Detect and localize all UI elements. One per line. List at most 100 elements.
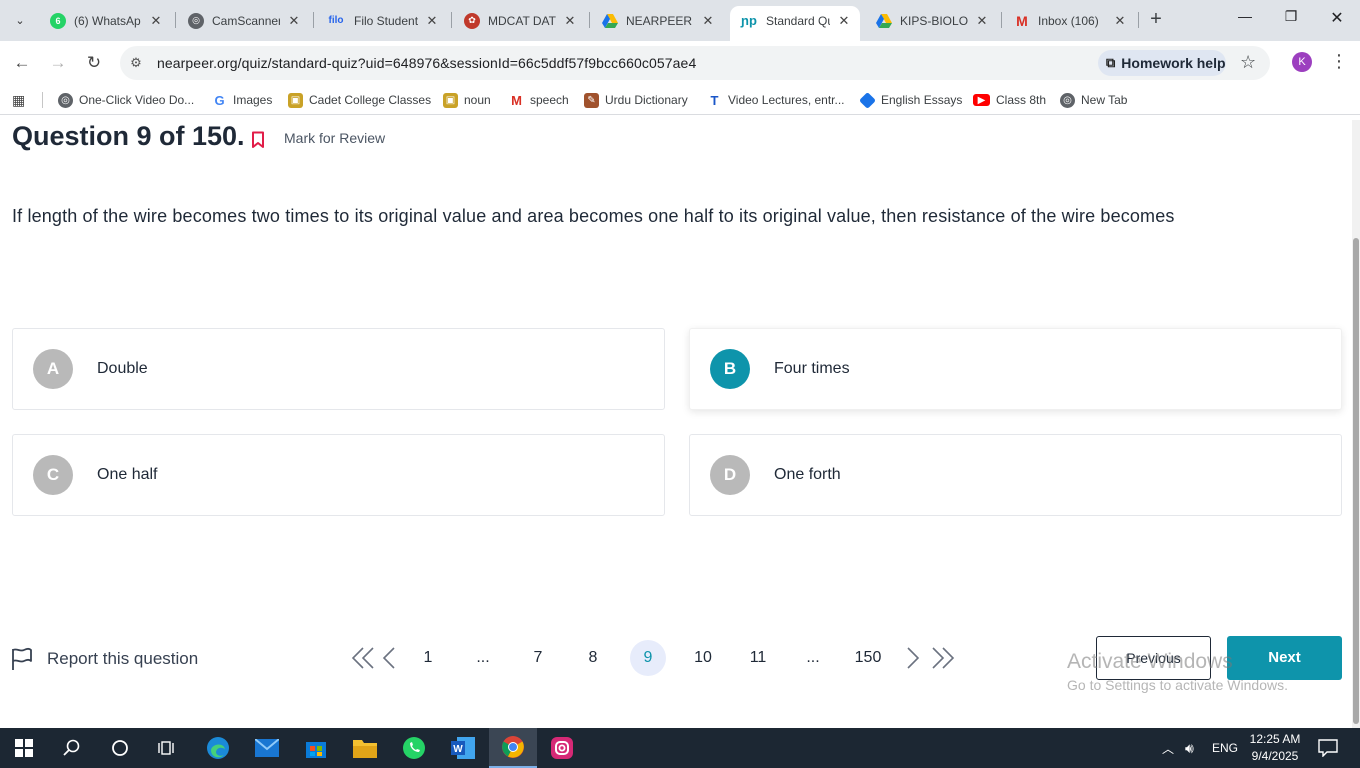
notifications-icon[interactable] [1318, 728, 1338, 768]
instagram-icon[interactable] [538, 728, 586, 768]
search-icon[interactable] [48, 728, 96, 768]
minimize-button[interactable]: — [1230, 8, 1260, 32]
close-window-button[interactable]: ✕ [1322, 8, 1352, 32]
tab-search-button[interactable]: ⌄ [8, 8, 32, 32]
tab-close-icon[interactable]: ✕ [836, 13, 852, 29]
chrome-icon[interactable] [489, 728, 537, 768]
reload-icon[interactable]: ↻ [82, 51, 106, 75]
dictionary-icon: ✎ [584, 92, 599, 108]
tab-close-icon[interactable]: ✕ [148, 13, 164, 29]
first-page-icon[interactable] [350, 645, 376, 671]
clock-time: 12:25 AM [1249, 732, 1301, 746]
option-a[interactable]: A Double [12, 328, 665, 410]
bookmark-item[interactable]: ◎ One-Click Video Do... [58, 91, 194, 109]
bookmark-item[interactable]: English Essays [859, 91, 963, 109]
gmail-icon: M [1016, 12, 1028, 29]
back-arrow-icon[interactable]: ← [10, 51, 34, 75]
bookmark-item[interactable]: ▣ Cadet College Classes [288, 91, 431, 109]
tab-label: Filo Student [354, 13, 418, 28]
chrome-menu-icon[interactable]: ⋮ [1330, 51, 1348, 72]
address-bar[interactable]: ⚙ nearpeer.org/quiz/standard-quiz?uid=64… [120, 46, 1270, 80]
apps-grid-icon[interactable]: ▦ [12, 92, 25, 109]
tab-nearpeer-drive[interactable]: NEARPEER N ✕ [592, 6, 724, 35]
page-number[interactable]: 1 [410, 640, 446, 676]
edge-icon[interactable] [194, 728, 242, 768]
mark-for-review-link[interactable]: Mark for Review [284, 130, 385, 146]
tab-label: (6) WhatsAp [74, 13, 141, 28]
bookmark-item[interactable]: Mspeech [509, 91, 569, 109]
tab-close-icon[interactable]: ✕ [424, 13, 440, 29]
page-number[interactable]: 11 [740, 640, 776, 676]
language-indicator[interactable]: ENG [1212, 728, 1238, 768]
bookmarks-bar: ▦ ◎ One-Click Video Do... G Images ▣ Cadet … [0, 85, 1360, 115]
new-tab-button[interactable]: + [1146, 9, 1166, 30]
bookmark-label: New Tab [1081, 93, 1128, 107]
youtube-icon: ▶ [973, 94, 990, 106]
tab-camscanner[interactable]: ◎ CamScanner ✕ [178, 6, 310, 35]
site-info-icon[interactable]: ⚙ [128, 55, 144, 71]
tab-filo[interactable]: filo Filo Student ✕ [316, 6, 448, 35]
report-question-link[interactable]: Report this question [11, 647, 198, 671]
bookmark-star-icon[interactable]: ☆ [1240, 52, 1256, 73]
flag-icon [12, 647, 32, 670]
bookmark-item[interactable]: ▣ noun [443, 91, 491, 109]
scrollbar-thumb[interactable] [1353, 238, 1359, 724]
forward-arrow-icon[interactable]: → [46, 51, 70, 75]
bookmark-item[interactable]: T Video Lectures, entr... [707, 91, 845, 109]
volume-icon[interactable]: 🔊︎ [1185, 728, 1194, 768]
tab-label: Standard Qu [766, 13, 830, 28]
tab-kips-biology[interactable]: KIPS-BIOLO ✕ [866, 6, 998, 35]
tab-close-icon[interactable]: ✕ [974, 13, 990, 29]
globe-icon: ◎ [58, 92, 73, 108]
page-scrollbar[interactable] [1352, 120, 1360, 728]
bookmark-item[interactable]: G Images [212, 91, 272, 109]
clock[interactable]: 12:25 AM 9/4/2025 [1244, 731, 1306, 765]
next-button[interactable]: Next [1227, 636, 1342, 680]
file-explorer-icon[interactable] [341, 728, 389, 768]
last-page-icon[interactable] [930, 645, 956, 671]
page-ellipsis[interactable]: ... [465, 640, 501, 676]
prev-page-icon[interactable] [378, 645, 404, 671]
globe-icon: ◎ [1060, 92, 1075, 108]
cortana-icon[interactable] [96, 728, 144, 768]
tab-close-icon[interactable]: ✕ [286, 13, 302, 29]
page-number-current[interactable]: 9 [630, 640, 666, 676]
option-letter: D [710, 455, 750, 495]
tab-close-icon[interactable]: ✕ [700, 13, 716, 29]
page-number[interactable]: 7 [520, 640, 556, 676]
tab-mdcat[interactable]: ✿ MDCAT DAT ✕ [454, 6, 586, 35]
show-hidden-icons[interactable]: ︿ [1162, 728, 1174, 768]
tab-gmail-inbox[interactable]: M Inbox (106) ✕ [1004, 6, 1136, 35]
whatsapp-icon: 6 [50, 12, 66, 29]
previous-button[interactable]: Previous [1096, 636, 1211, 680]
restore-button[interactable]: ❐ [1276, 8, 1306, 32]
option-c[interactable]: C One half [12, 434, 665, 516]
option-letter: C [33, 455, 73, 495]
bookmark-label: Class 8th [996, 93, 1047, 107]
tab-close-icon[interactable]: ✕ [1112, 13, 1128, 29]
page-number[interactable]: 8 [575, 640, 611, 676]
page-ellipsis[interactable]: ... [795, 640, 831, 676]
bookmark-label: English Essays [881, 93, 963, 107]
url-text[interactable]: nearpeer.org/quiz/standard-quiz?uid=6489… [157, 55, 696, 71]
tab-whatsapp[interactable]: 6 (6) WhatsAp ✕ [40, 6, 172, 35]
option-b[interactable]: B Four times [689, 328, 1342, 410]
bookmark-item[interactable]: ◎ New Tab [1060, 91, 1127, 109]
bookmark-item[interactable]: ✎ Urdu Dictionary [584, 91, 688, 109]
mail-icon[interactable] [243, 728, 291, 768]
task-view-icon[interactable] [144, 728, 192, 768]
next-page-icon[interactable] [898, 645, 924, 671]
page-number[interactable]: 150 [850, 640, 886, 676]
page-number[interactable]: 10 [685, 640, 721, 676]
bookmark-item[interactable]: ▶ Class 8th [973, 91, 1046, 109]
option-d[interactable]: D One forth [689, 434, 1342, 516]
windows-start-icon[interactable] [0, 728, 48, 768]
word-icon[interactable]: W [439, 728, 487, 768]
profile-avatar[interactable]: K [1292, 52, 1312, 72]
store-icon[interactable] [292, 728, 340, 768]
tab-close-icon[interactable]: ✕ [562, 13, 578, 29]
bookmark-outline-icon[interactable] [251, 131, 265, 149]
tab-standard-quiz[interactable]: ɲp Standard Qu ✕ [730, 6, 860, 41]
whatsapp-icon[interactable] [390, 728, 438, 768]
homework-help-chip[interactable]: ⧉ Homework help [1098, 50, 1226, 76]
